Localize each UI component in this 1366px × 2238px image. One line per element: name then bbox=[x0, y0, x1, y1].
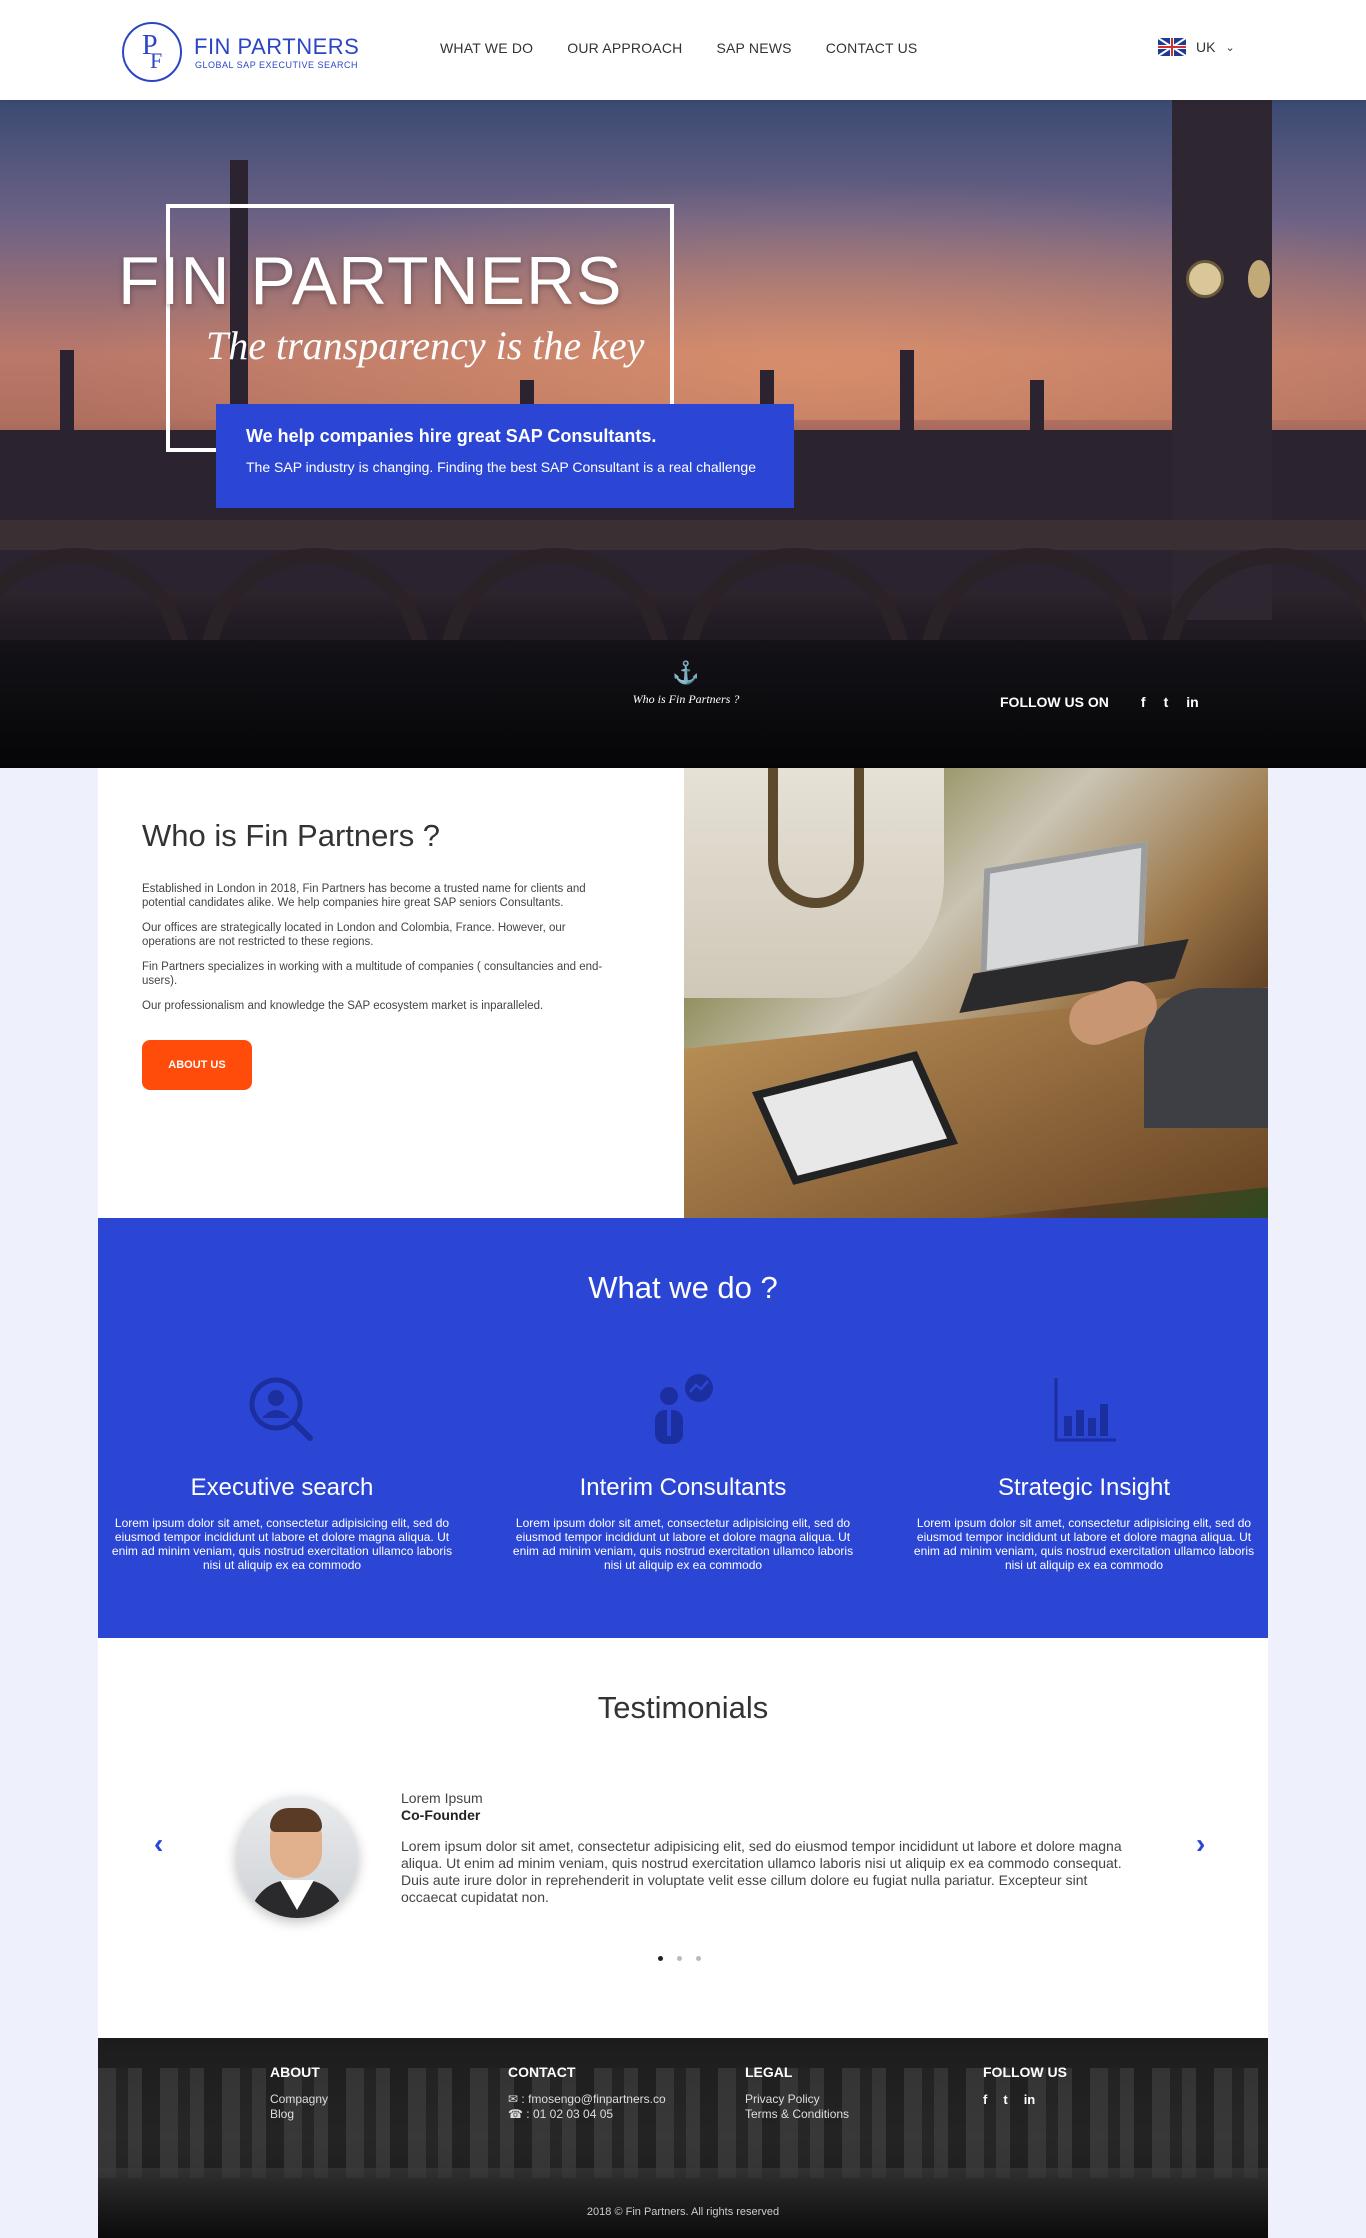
who-paragraph: Our professionalism and knowledge the SA… bbox=[142, 1000, 544, 1012]
service-desc: Lorem ipsum dolor sit amet, consectetur … bbox=[512, 1516, 854, 1572]
footer-social: f t in bbox=[983, 2092, 1067, 2107]
footer-phone-value: 01 02 03 04 05 bbox=[532, 2107, 614, 2121]
footer-follow-title: FOLLOW US bbox=[983, 2064, 1067, 2080]
meeting-photo bbox=[684, 768, 1268, 1218]
chevron-down-icon: ⌄ bbox=[1225, 41, 1235, 54]
service-card: Executive search Lorem ipsum dolor sit a… bbox=[102, 1370, 462, 1572]
logo[interactable]: PF FIN PARTNERS GLOBAL SAP EXECUTIVE SEA… bbox=[122, 22, 382, 82]
testimonial-role: Co-Founder bbox=[401, 1807, 481, 1823]
nav-sap-news[interactable]: SAP NEWS bbox=[716, 40, 791, 56]
prev-arrow-icon[interactable]: ‹ bbox=[154, 1828, 163, 1860]
footer-legal-title: LEGAL bbox=[745, 2064, 793, 2080]
who-section: Who is Fin Partners ? Established in Lon… bbox=[98, 768, 684, 1218]
service-desc: Lorem ipsum dolor sit amet, consectetur … bbox=[111, 1516, 453, 1572]
nav-our-approach[interactable]: OUR APPROACH bbox=[567, 40, 682, 56]
logo-tagline: GLOBAL SAP EXECUTIVE SEARCH bbox=[195, 60, 359, 70]
footer-email-value: fmosengo@finpartners.co bbox=[528, 2092, 666, 2106]
testimonial-quote: Lorem ipsum dolor sit amet, consectetur … bbox=[401, 1838, 1122, 1905]
hero-callout-text: The SAP industry is changing. Finding th… bbox=[246, 459, 757, 475]
footer-legal: LEGAL Privacy Policy Terms & Conditions bbox=[745, 2064, 849, 2122]
carousel-dot[interactable] bbox=[677, 1956, 682, 1961]
bridge bbox=[0, 520, 1366, 550]
language-selector[interactable]: UK ⌄ bbox=[1158, 38, 1235, 56]
linkedin-icon[interactable]: in bbox=[1186, 694, 1198, 710]
hero-subtitle: The transparency is the key bbox=[206, 323, 645, 368]
service-card: Interim Consultants Lorem ipsum dolor si… bbox=[503, 1370, 863, 1572]
hero-banner: FIN PARTNERS The transparency is the key… bbox=[0, 100, 1366, 768]
footer-about: ABOUT Compagny Blog bbox=[270, 2064, 328, 2122]
bar-chart-icon bbox=[1044, 1370, 1124, 1450]
search-person-icon bbox=[242, 1370, 322, 1450]
who-is-link-label: Who is Fin Partners ? bbox=[632, 692, 740, 706]
phone-icon: ☎ bbox=[508, 2107, 523, 2121]
testimonials-section: Testimonials ‹ › Lorem Ipsum Co-Founder … bbox=[98, 1638, 1268, 2038]
follow-label: FOLLOW US ON bbox=[1000, 694, 1109, 710]
service-title: Executive search bbox=[190, 1474, 374, 1501]
who-paragraph: Fin Partners specializes in working with… bbox=[142, 961, 603, 987]
linkedin-icon[interactable]: in bbox=[1024, 2092, 1036, 2107]
avatar bbox=[236, 1796, 358, 1918]
next-arrow-icon[interactable]: › bbox=[1196, 1828, 1205, 1860]
who-is-link[interactable]: ⚓ Who is Fin Partners ? bbox=[626, 662, 746, 707]
envelope-icon: ✉ bbox=[508, 2092, 519, 2106]
footer-link-blog[interactable]: Blog bbox=[270, 2107, 328, 2122]
anchor-icon: ⚓ bbox=[672, 660, 700, 685]
nav-what-we-do[interactable]: WHAT WE DO bbox=[440, 40, 533, 56]
who-title: Who is Fin Partners ? bbox=[142, 818, 441, 853]
carousel-dots bbox=[658, 1956, 701, 1961]
logo-mark-icon: PF bbox=[122, 22, 182, 82]
carousel-dot[interactable] bbox=[658, 1956, 663, 1961]
footer-about-title: ABOUT bbox=[270, 2064, 320, 2080]
facebook-icon[interactable]: f bbox=[983, 2092, 987, 2107]
hero-title: FIN PARTNERS bbox=[118, 243, 623, 319]
footer-link-privacy[interactable]: Privacy Policy bbox=[745, 2092, 849, 2107]
language-label: UK bbox=[1196, 39, 1216, 55]
who-paragraph: Our offices are strategically located in… bbox=[142, 922, 566, 948]
who-paragraph: Established in London in 2018, Fin Partn… bbox=[142, 883, 586, 909]
hero-callout-heading: We help companies hire great SAP Consult… bbox=[246, 426, 657, 446]
nav-contact-us[interactable]: CONTACT US bbox=[826, 40, 918, 56]
twitter-icon[interactable]: t bbox=[1164, 694, 1169, 710]
footer-phone[interactable]: ☎ : 01 02 03 04 05 bbox=[508, 2107, 666, 2122]
facebook-icon[interactable]: f bbox=[1141, 694, 1146, 710]
what-we-do-section: What we do ? Executive search Lorem ipsu… bbox=[98, 1218, 1268, 1638]
service-card: Strategic Insight Lorem ipsum dolor sit … bbox=[904, 1370, 1264, 1572]
who-body: Established in London in 2018, Fin Partn… bbox=[142, 882, 622, 1024]
service-title: Interim Consultants bbox=[579, 1474, 787, 1501]
footer-link-terms[interactable]: Terms & Conditions bbox=[745, 2107, 849, 2122]
site-footer: ABOUT Compagny Blog CONTACT ✉ : fmosengo… bbox=[98, 2038, 1268, 2238]
service-desc: Lorem ipsum dolor sit amet, consectetur … bbox=[913, 1516, 1255, 1572]
footer-email[interactable]: ✉ : fmosengo@finpartners.co bbox=[508, 2092, 666, 2107]
testimonials-title: Testimonials bbox=[597, 1690, 769, 1725]
carousel-dot[interactable] bbox=[696, 1956, 701, 1961]
footer-link-company[interactable]: Compagny bbox=[270, 2092, 328, 2107]
service-title: Strategic Insight bbox=[997, 1474, 1171, 1501]
copyright: 2018 © Fin Partners. All rights reserved bbox=[586, 2206, 780, 2218]
footer-contact: CONTACT ✉ : fmosengo@finpartners.co ☎ : … bbox=[508, 2064, 666, 2122]
about-us-button[interactable]: ABOUT US bbox=[142, 1040, 252, 1090]
logo-name: FIN PARTNERS bbox=[194, 34, 360, 59]
footer-follow: FOLLOW US f t in bbox=[983, 2064, 1067, 2107]
testimonial-name: Lorem Ipsum bbox=[401, 1790, 483, 1806]
site-header: PF FIN PARTNERS GLOBAL SAP EXECUTIVE SEA… bbox=[0, 0, 1366, 100]
uk-flag-icon bbox=[1158, 38, 1186, 56]
main-nav: WHAT WE DO OUR APPROACH SAP NEWS CONTACT… bbox=[440, 40, 917, 56]
what-we-do-title: What we do ? bbox=[588, 1270, 778, 1305]
hero-callout: We help companies hire great SAP Consult… bbox=[216, 404, 794, 508]
footer-contact-title: CONTACT bbox=[508, 2064, 576, 2080]
twitter-icon[interactable]: t bbox=[1003, 2092, 1007, 2107]
hero-follow: FOLLOW US ON f t in bbox=[1000, 694, 1199, 710]
consultant-chart-icon bbox=[643, 1370, 723, 1450]
